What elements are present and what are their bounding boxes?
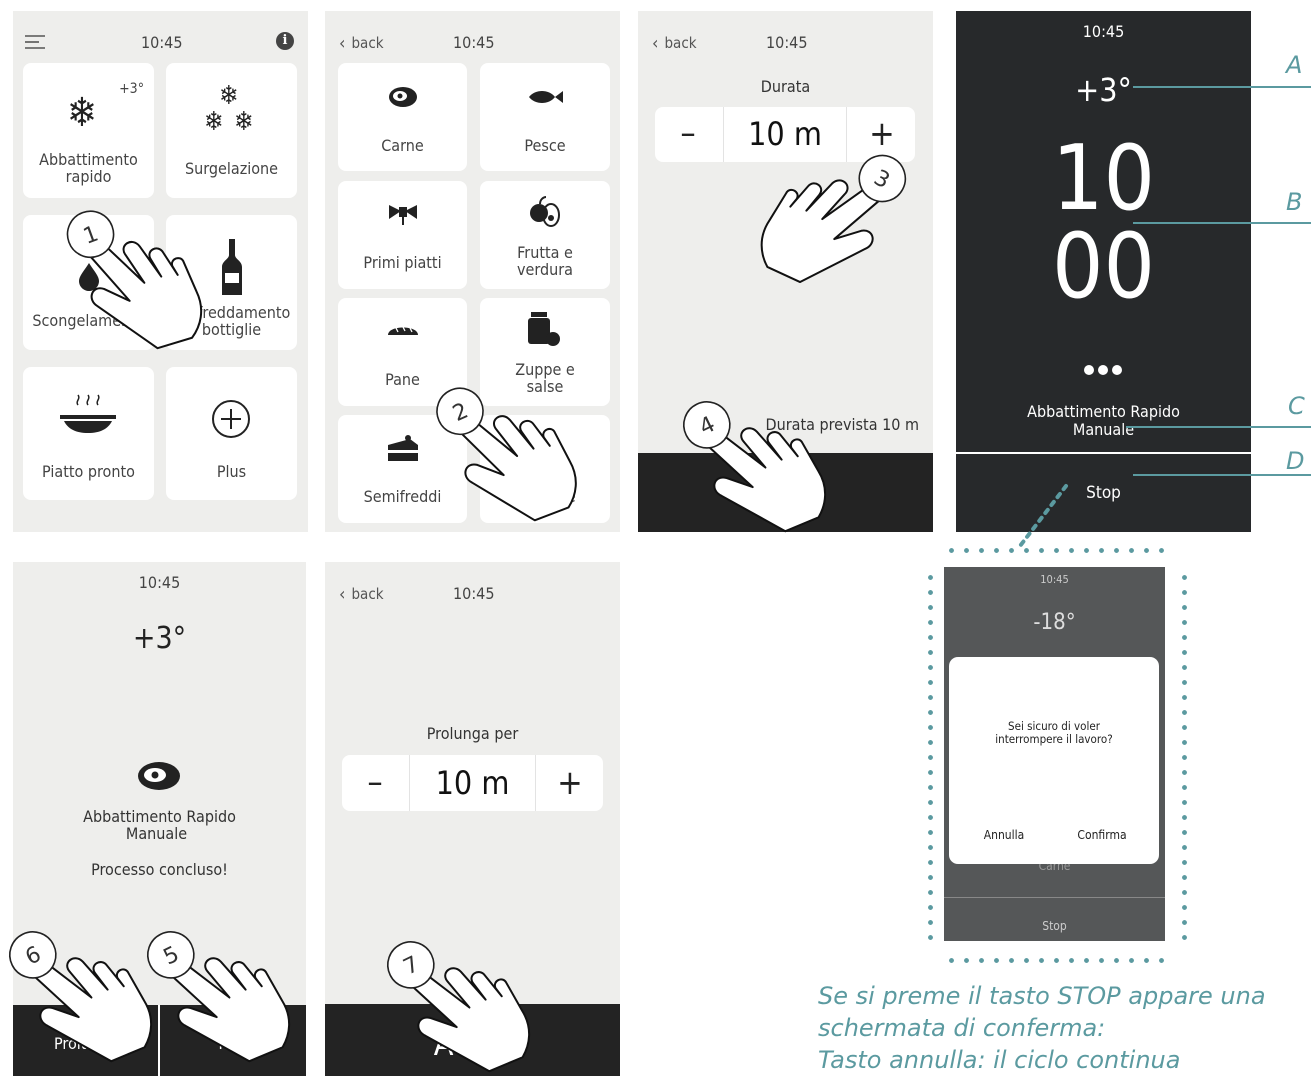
clock: 10:45: [453, 33, 495, 52]
confirm-button[interactable]: Confirma: [1067, 828, 1137, 842]
program-name: Abbattimento Rapido: [1027, 402, 1180, 421]
callout-line-b: [1133, 222, 1311, 224]
callout-line-d: [1133, 474, 1311, 476]
chevron-left-icon: ‹: [339, 584, 346, 605]
dotted-frame-left: [928, 570, 933, 942]
caption-line: Se si preme il tasto STOP appare una: [818, 982, 1266, 1010]
callout-c: C: [1288, 392, 1305, 420]
duration-title: Durata: [760, 77, 811, 96]
tile-fish[interactable]: Pesce: [480, 63, 610, 171]
dotted-frame-right: [1182, 570, 1187, 942]
tile-fruit-veg[interactable]: Frutta e verdura: [480, 181, 610, 289]
caption-line: Tasto annulla: il ciclo continua: [818, 1046, 1181, 1074]
tile-plus[interactable]: Plus: [166, 367, 297, 500]
status-bar: ‹ back 10:45: [325, 31, 620, 55]
decrement-button[interactable]: –: [655, 107, 721, 162]
clock: 10:45: [1082, 22, 1125, 41]
pasta-icon: [389, 205, 417, 225]
plus-circle-icon: [212, 400, 250, 438]
stop-button[interactable]: Stop: [956, 454, 1251, 532]
clock: 10:45: [766, 33, 808, 52]
timer-seconds: 00: [1051, 214, 1155, 319]
clock: 10:45: [141, 33, 183, 52]
status-message: Processo concluso!: [91, 860, 228, 879]
badge-temp: +3°: [119, 81, 144, 97]
chevron-left-icon: ‹: [339, 33, 346, 54]
increment-button[interactable]: +: [537, 755, 603, 811]
callout-line-c: [1126, 426, 1311, 428]
fruit-icon: [530, 196, 560, 227]
tile-label: Plus: [216, 462, 247, 481]
caption: Se si preme il tasto STOP appare una sch…: [818, 980, 1308, 1076]
bottle-icon: [222, 239, 242, 295]
tile-freeze[interactable]: ❄ ❄ ❄ Surgelazione: [166, 63, 297, 198]
callout-a: A: [1286, 51, 1303, 79]
dish-icon: [60, 394, 116, 433]
callout-d: D: [1286, 447, 1305, 475]
tile-label: Piatto pronto: [42, 462, 135, 481]
clock: 10:45: [1040, 573, 1069, 586]
bread-icon: [388, 326, 418, 335]
dotted-connector: [1018, 484, 1068, 548]
tile-label: Frutta e verdura: [516, 243, 573, 279]
extend-value: 10 m: [435, 764, 510, 802]
decrement-button[interactable]: –: [342, 755, 408, 811]
jar-icon: [528, 312, 560, 346]
current-temperature: +3°: [1075, 71, 1132, 109]
back-button[interactable]: ‹ back: [339, 584, 384, 605]
info-icon[interactable]: i: [276, 32, 294, 50]
status-bar: 10:45 i: [13, 31, 308, 55]
snowflake-icon: ❄: [67, 90, 98, 136]
chevron-left-icon: ‹: [652, 33, 659, 54]
dialog-message: Sei sicuro di voler interrompere il lavo…: [995, 719, 1113, 746]
screen-confirm-dialog: 10:45 -18° Carne Stop Sei sicuro di vole…: [944, 567, 1165, 941]
tile-label: Semifreddi: [363, 487, 442, 506]
divider: [535, 755, 536, 811]
tile-first-courses[interactable]: Primi piatti: [338, 181, 467, 289]
extend-title: Prolunga per: [426, 724, 519, 743]
steak-icon: [389, 87, 417, 107]
caption-line: schermata di conferma:: [818, 1014, 1106, 1042]
back-button[interactable]: ‹ back: [652, 33, 697, 54]
callout-line-a: [1133, 86, 1311, 88]
screen-divider: [944, 897, 1165, 898]
dotted-frame-bottom: [944, 958, 1169, 963]
extend-stepper: – 10 m +: [342, 755, 603, 811]
tile-ready-dish[interactable]: Piatto pronto: [23, 367, 154, 500]
menu-icon[interactable]: [25, 34, 45, 50]
clock: 10:45: [138, 573, 181, 592]
confirm-dialog: Sei sicuro di voler interrompere il lavo…: [949, 657, 1159, 864]
status-bar: ‹ back 10:45: [638, 31, 933, 55]
fish-icon: [529, 91, 563, 103]
steak-icon: [138, 762, 180, 790]
back-button[interactable]: ‹ back: [339, 33, 384, 54]
status-bar: ‹ back 10:45: [325, 582, 620, 606]
cake-icon: [388, 435, 418, 461]
clock: 10:45: [453, 584, 495, 603]
progress-dots: [1084, 364, 1124, 376]
triple-snowflake-icon: ❄ ❄ ❄: [204, 81, 254, 137]
tile-label: Pesce: [524, 136, 566, 155]
program-mode: Manuale: [125, 824, 188, 843]
cancel-button[interactable]: Annulla: [969, 828, 1039, 842]
stop-button[interactable]: Stop: [944, 919, 1165, 933]
tile-label: Primi piatti: [363, 253, 442, 272]
screen-running: 10:45 +3° 10 00 Abbattimento Rapido Manu…: [956, 11, 1251, 532]
program-mode: Manuale: [1072, 420, 1135, 439]
current-temperature: +3°: [132, 621, 187, 656]
callout-b: B: [1286, 188, 1303, 216]
tile-label: Carne: [381, 136, 424, 155]
tile-meat[interactable]: Carne: [338, 63, 467, 171]
tile-label: Surgelazione: [184, 159, 279, 178]
current-temperature: -18°: [1033, 610, 1076, 635]
